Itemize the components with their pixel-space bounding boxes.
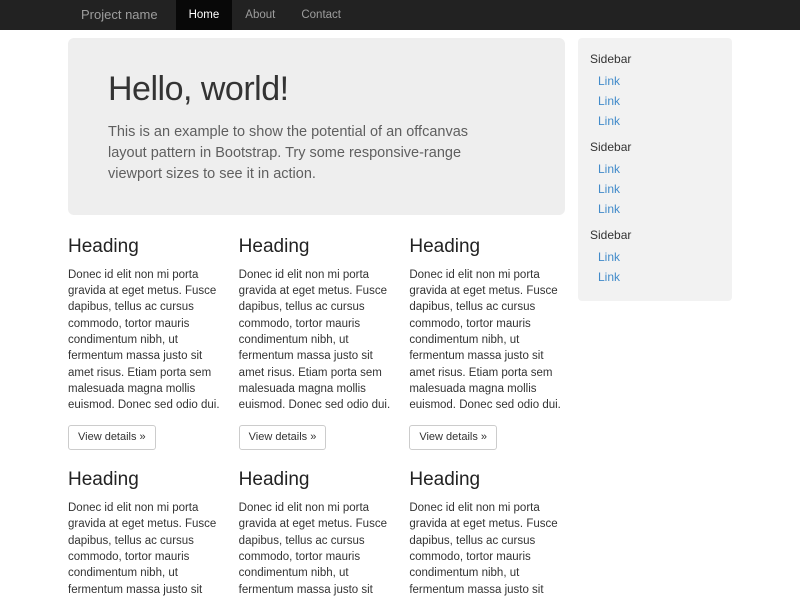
view-details-button[interactable]: View details »	[409, 425, 497, 450]
card-heading: Heading	[68, 237, 224, 258]
card-text: Donec id elit non mi porta gravida at eg…	[239, 267, 395, 414]
sidebar-link[interactable]: Link	[590, 111, 720, 131]
page-container: Hello, world! This is an example to show…	[68, 38, 732, 600]
navbar: Project name Home About Contact	[0, 0, 800, 30]
sidebar-group-title: Sidebar	[590, 227, 720, 243]
sidebar-group-1: Sidebar Link Link Link	[590, 51, 720, 131]
card: Heading Donec id elit non mi porta gravi…	[239, 229, 395, 450]
sidebar-link[interactable]: Link	[590, 71, 720, 91]
card: Heading Donec id elit non mi porta gravi…	[239, 462, 395, 600]
navbar-container: Project name Home About Contact	[68, 0, 732, 30]
sidebar-link[interactable]: Link	[590, 91, 720, 111]
card-heading: Heading	[239, 470, 395, 491]
sidebar-link[interactable]: Link	[590, 267, 720, 287]
navbar-brand[interactable]: Project name	[68, 0, 176, 30]
sidebar: Sidebar Link Link Link Sidebar Link Link…	[578, 38, 732, 301]
sidebar-group-2: Sidebar Link Link Link	[590, 139, 720, 219]
nav-item-home[interactable]: Home	[176, 0, 233, 30]
main-row: Hello, world! This is an example to show…	[68, 38, 732, 600]
page-title: Hello, world!	[108, 72, 525, 108]
cards-row-2: Heading Donec id elit non mi porta gravi…	[68, 462, 565, 600]
sidebar-link[interactable]: Link	[590, 179, 720, 199]
sidebar-link[interactable]: Link	[590, 247, 720, 267]
jumbotron-text: This is an example to show the potential…	[108, 122, 508, 185]
card: Heading Donec id elit non mi porta gravi…	[68, 229, 224, 450]
card-heading: Heading	[68, 470, 224, 491]
view-details-button[interactable]: View details »	[68, 425, 156, 450]
cards-row-1: Heading Donec id elit non mi porta gravi…	[68, 229, 565, 450]
navbar-nav: Home About Contact	[176, 0, 354, 30]
sidebar-group-3: Sidebar Link Link	[590, 227, 720, 287]
nav-item-about[interactable]: About	[232, 0, 288, 30]
card-text: Donec id elit non mi porta gravida at eg…	[68, 267, 224, 414]
card-text: Donec id elit non mi porta gravida at eg…	[409, 500, 565, 600]
card: Heading Donec id elit non mi porta gravi…	[409, 462, 565, 600]
card-text: Donec id elit non mi porta gravida at eg…	[409, 267, 565, 414]
card-text: Donec id elit non mi porta gravida at eg…	[239, 500, 395, 600]
card-heading: Heading	[409, 470, 565, 491]
view-details-button[interactable]: View details »	[239, 425, 327, 450]
sidebar-group-title: Sidebar	[590, 139, 720, 155]
card-text: Donec id elit non mi porta gravida at eg…	[68, 500, 224, 600]
sidebar-link[interactable]: Link	[590, 159, 720, 179]
card-heading: Heading	[239, 237, 395, 258]
card-heading: Heading	[409, 237, 565, 258]
card: Heading Donec id elit non mi porta gravi…	[409, 229, 565, 450]
jumbotron: Hello, world! This is an example to show…	[68, 38, 565, 215]
nav-item-contact[interactable]: Contact	[288, 0, 354, 30]
card: Heading Donec id elit non mi porta gravi…	[68, 462, 224, 600]
content-column: Hello, world! This is an example to show…	[68, 38, 565, 600]
sidebar-group-title: Sidebar	[590, 51, 720, 67]
sidebar-link[interactable]: Link	[590, 199, 720, 219]
